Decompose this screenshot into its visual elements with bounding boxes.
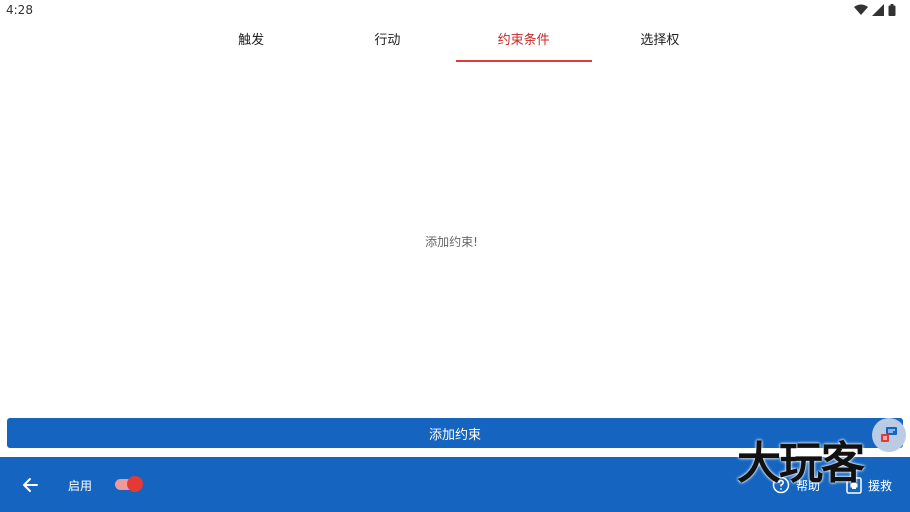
chat-icon xyxy=(881,427,897,442)
status-bar: 4:28 xyxy=(0,0,910,22)
wifi-icon xyxy=(854,4,868,15)
toggle-thumb xyxy=(127,476,143,492)
tab-options[interactable]: 选择权 xyxy=(592,22,728,62)
add-constraint-button[interactable]: 添加约束 xyxy=(7,418,903,448)
tab-trigger[interactable]: 触发 xyxy=(183,22,319,62)
tab-bar: 触发 行动 约束条件 选择权 xyxy=(183,22,728,62)
enable-toggle[interactable] xyxy=(115,476,145,492)
help-label: 帮助 xyxy=(796,478,821,493)
help-icon xyxy=(772,476,790,494)
status-time: 4:28 xyxy=(6,3,33,17)
arrow-left-icon xyxy=(23,478,38,492)
bottom-bar: 启用 帮助 援救 xyxy=(0,457,910,512)
back-button[interactable] xyxy=(20,474,42,496)
signal-icon xyxy=(872,4,884,16)
status-icons xyxy=(854,4,896,16)
tab-action[interactable]: 行动 xyxy=(319,22,455,62)
floating-chat-button[interactable] xyxy=(872,418,906,452)
help-button[interactable]: 帮助 xyxy=(772,476,820,494)
tab-constraints[interactable]: 约束条件 xyxy=(455,22,593,62)
rescue-button[interactable]: 援救 xyxy=(846,476,892,494)
battery-icon xyxy=(888,4,896,16)
enable-label: 启用 xyxy=(68,479,93,493)
rescue-icon xyxy=(846,477,862,494)
empty-state-message: 添加约束! xyxy=(425,235,478,249)
rescue-label: 援救 xyxy=(868,478,893,493)
